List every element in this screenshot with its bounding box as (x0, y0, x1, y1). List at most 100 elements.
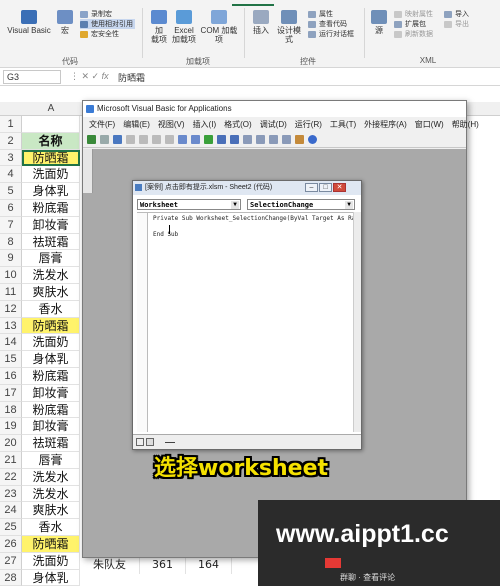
com-addins-button[interactable]: COM 加载项 (198, 10, 240, 44)
project-explorer-icon[interactable] (256, 135, 265, 144)
vba-title-bar[interactable]: Microsoft Visual Basic for Applications (83, 101, 466, 117)
cell-a13[interactable]: 防晒霜 (22, 317, 80, 335)
row-header[interactable]: 23 (0, 485, 22, 503)
undo-icon[interactable] (178, 135, 187, 144)
cell-a7[interactable]: 卸妆膏 (22, 216, 80, 234)
cell-a1[interactable] (22, 116, 80, 133)
run-icon[interactable] (204, 135, 213, 144)
insert-control-button[interactable]: 插入 (250, 10, 272, 35)
excel-addins-button[interactable]: Excel 加载项 (172, 10, 196, 44)
cell-a2[interactable]: 名称 (22, 132, 80, 150)
toolbox-icon[interactable] (295, 135, 304, 144)
expansion-packs-button[interactable]: 扩展包 (394, 19, 433, 29)
macro-button[interactable]: 宏 (54, 10, 76, 35)
formula-input[interactable]: 防晒霜 (118, 71, 145, 84)
cell-a17[interactable]: 卸妆膏 (22, 384, 80, 402)
cell-a15[interactable]: 身体乳 (22, 351, 80, 368)
row-header[interactable]: 15 (0, 351, 22, 368)
object-dropdown[interactable]: Worksheet ▼ (137, 199, 241, 210)
cell-a23[interactable]: 洗发水 (22, 485, 80, 503)
row-header[interactable]: 12 (0, 300, 22, 318)
refresh-data-button[interactable]: 刷新数据 (394, 29, 433, 39)
vba-menu-item[interactable]: 运行(R) (295, 119, 322, 130)
column-header-a[interactable]: A (22, 102, 80, 116)
vertical-scrollbar[interactable] (353, 212, 361, 432)
code-line-3[interactable]: End Sub (153, 231, 178, 238)
export-button[interactable]: 导出 (444, 19, 469, 29)
ribbon-tab-developer[interactable] (232, 0, 274, 6)
row-header[interactable]: 3 (0, 149, 22, 167)
cell-a26[interactable]: 防晒霜 (22, 536, 80, 553)
code-window[interactable]: [案例] 点击即有提示.xlsm - Sheet2 (代码) – □ ✕ Wor… (132, 180, 362, 450)
find-icon[interactable] (165, 135, 174, 144)
cell-c28[interactable]: 361 (140, 556, 186, 574)
vba-menu-item[interactable]: 视图(V) (158, 119, 185, 130)
vba-menu-item[interactable]: 外接程序(A) (364, 119, 407, 130)
xml-source-button[interactable]: 源 (370, 10, 388, 35)
row-header[interactable]: 9 (0, 250, 22, 268)
row-header[interactable]: 11 (0, 284, 22, 301)
row-header[interactable]: 4 (0, 166, 22, 184)
cell-a14[interactable]: 洗面奶 (22, 334, 80, 352)
design-mode-icon[interactable] (243, 135, 252, 144)
view-code-button[interactable]: 查看代码 (308, 19, 354, 29)
row-header[interactable]: 24 (0, 502, 22, 520)
row-header[interactable]: 8 (0, 233, 22, 251)
break-icon[interactable] (217, 135, 226, 144)
procedure-dropdown[interactable]: SelectionChange ▼ (247, 199, 355, 210)
help-icon[interactable] (308, 135, 317, 144)
cell-a27[interactable]: 洗面奶 (22, 552, 80, 570)
insert-module-icon[interactable] (100, 135, 109, 144)
row-header[interactable]: 16 (0, 368, 22, 385)
cell-a8[interactable]: 祛斑霜 (22, 233, 80, 251)
cell-a24[interactable]: 爽肤水 (22, 502, 80, 520)
cell-a12[interactable]: 香水 (22, 300, 80, 318)
row-header[interactable]: 2 (0, 132, 22, 150)
cell-a5[interactable]: 身体乳 (22, 183, 80, 200)
relative-reference-button[interactable]: 使用相对引用 (80, 19, 135, 29)
row-header[interactable]: 19 (0, 418, 22, 436)
close-button[interactable]: ✕ (333, 183, 346, 192)
row-header[interactable]: 18 (0, 401, 22, 419)
row-header[interactable]: 7 (0, 216, 22, 234)
cell-a19[interactable]: 卸妆膏 (22, 418, 80, 436)
cell-a25[interactable]: 香水 (22, 519, 80, 536)
properties-window-icon[interactable] (269, 135, 278, 144)
row-header[interactable]: 13 (0, 317, 22, 335)
run-dialog-button[interactable]: 运行对话框 (308, 29, 354, 39)
vba-menu-item[interactable]: 窗口(W) (415, 119, 444, 130)
row-header[interactable]: 22 (0, 468, 22, 486)
cell-a9[interactable]: 唇膏 (22, 250, 80, 268)
cell-a10[interactable]: 洗发水 (22, 267, 80, 284)
vba-menu-item[interactable]: 帮助(H) (452, 119, 479, 130)
addins-button[interactable]: 加 载项 (148, 10, 170, 44)
vba-menu-item[interactable]: 调试(D) (260, 119, 287, 130)
cell-a16[interactable]: 粉底霜 (22, 368, 80, 385)
cell-a3[interactable]: 防晒霜 (22, 149, 80, 167)
code-editor[interactable]: Private Sub Worksheet_SelectionChange(By… (137, 212, 357, 432)
reset-icon[interactable] (230, 135, 239, 144)
save-icon[interactable] (113, 135, 122, 144)
cell-a28[interactable]: 身体乳 (22, 569, 80, 586)
copy-icon[interactable] (139, 135, 148, 144)
map-properties-button[interactable]: 映射属性 (394, 9, 433, 19)
vba-menu-item[interactable]: 工具(T) (330, 119, 356, 130)
row-header[interactable]: 26 (0, 536, 22, 553)
properties-button[interactable]: 属性 (308, 9, 354, 19)
cut-icon[interactable] (126, 135, 135, 144)
row-header[interactable]: 14 (0, 334, 22, 352)
redo-icon[interactable] (191, 135, 200, 144)
row-header[interactable]: 27 (0, 552, 22, 570)
row-header[interactable]: 20 (0, 435, 22, 452)
row-header[interactable]: 1 (0, 116, 22, 133)
maximize-button[interactable]: □ (319, 183, 332, 192)
visual-basic-button[interactable]: Visual Basic (6, 10, 52, 35)
excel-view-icon[interactable] (87, 135, 96, 144)
select-all-corner[interactable] (0, 102, 22, 116)
row-header[interactable]: 28 (0, 569, 22, 586)
cell-d28[interactable]: 164 (186, 556, 232, 574)
project-pane-stub[interactable] (83, 149, 93, 193)
vba-menu-item[interactable]: 文件(F) (89, 119, 115, 130)
row-header[interactable]: 25 (0, 519, 22, 536)
row-header[interactable]: 5 (0, 183, 22, 200)
